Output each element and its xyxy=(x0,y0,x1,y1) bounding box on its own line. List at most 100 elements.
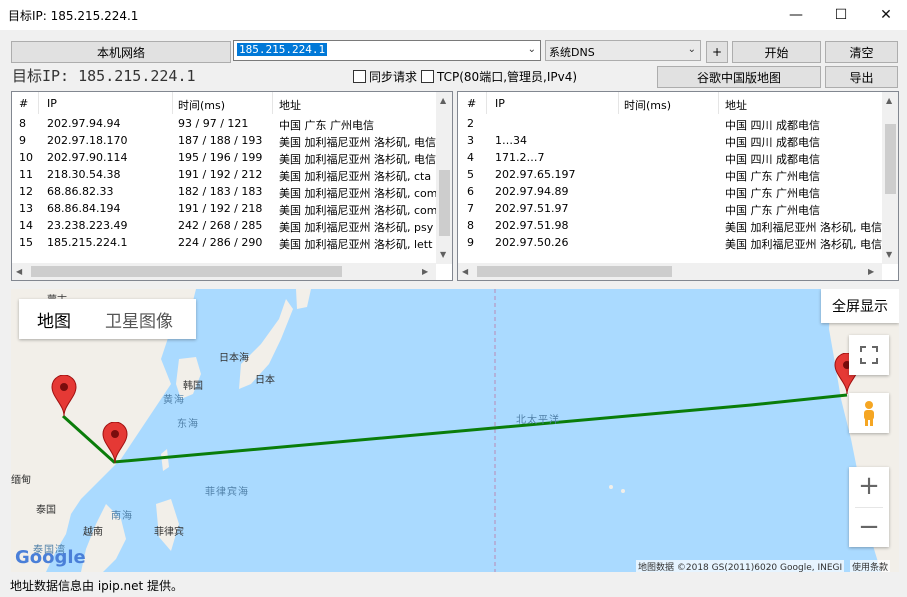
cell-ip: 202.97.94.94 xyxy=(47,117,121,130)
cell-ip: 1…34 xyxy=(495,134,527,147)
table-row[interactable]: 9 202.97.18.170 187 / 188 / 193 美国 加利福尼亚州 洛… xyxy=(12,132,436,149)
cell-address: 中国 广东 广州电信 xyxy=(279,119,374,132)
cell-time: 195 / 196 / 199 xyxy=(178,151,263,164)
checkbox-box[interactable] xyxy=(421,70,434,83)
cell-num: 3 xyxy=(467,134,474,147)
scroll-left-icon[interactable]: ◀ xyxy=(462,267,468,276)
ip-input[interactable]: 185.215.224.1 ⌄ xyxy=(233,40,541,61)
table-row[interactable]: 3 1…34 中国 四川 成都电信 xyxy=(458,132,882,149)
table-row[interactable]: 8 202.97.51.98 美国 加利福尼亚州 洛杉矶, 电信 xyxy=(458,217,882,234)
checkbox-box[interactable] xyxy=(353,70,366,83)
cell-address: 美国 加利福尼亚州 洛杉矶, lett xyxy=(279,238,433,251)
google-logo: Google xyxy=(15,547,86,568)
scroll-up-icon[interactable]: ▲ xyxy=(440,96,446,105)
cell-address: 美国 加利福尼亚州 洛杉矶, 电信 xyxy=(279,136,436,149)
table-row[interactable]: 4 171.2…7 中国 四川 成都电信 xyxy=(458,149,882,166)
scroll-thumb[interactable] xyxy=(31,266,342,277)
map-label-east-sea: 东海 xyxy=(177,419,199,430)
zoom-in-button[interactable]: + xyxy=(858,467,880,507)
map-label-vietnam: 越南 xyxy=(83,527,103,538)
cell-ip: 171.2…7 xyxy=(495,151,545,164)
scroll-down-icon[interactable]: ▼ xyxy=(886,250,892,259)
hop-list-left[interactable]: # IP 时间(ms) 地址 8 202.97.94.94 93 / 97 / 12… xyxy=(11,91,453,281)
cell-address: 美国 加利福尼亚州 洛杉矶, cta xyxy=(279,170,432,183)
map-label-philippines: 菲律宾 xyxy=(154,527,184,538)
scroll-thumb[interactable] xyxy=(477,266,672,277)
dns-select[interactable]: 系统DNS ⌄ xyxy=(545,40,701,61)
tcp-checkbox[interactable]: TCP(80端口,管理员,IPv4) xyxy=(421,68,577,85)
map-view[interactable]: 蒙古 日本海 日本 韩国 黄海 东海 北太平洋 菲律宾海 南海 缅甸 泰国 越南… xyxy=(11,289,899,572)
table-row[interactable]: 13 68.86.84.194 191 / 192 / 218 美国 加利福尼亚州 洛… xyxy=(12,200,436,217)
cell-num: 12 xyxy=(19,185,33,198)
table-row[interactable]: 14 23.238.223.49 242 / 268 / 285 美国 加利福尼亚州 … xyxy=(12,217,436,234)
scroll-up-icon[interactable]: ▲ xyxy=(886,96,892,105)
cell-ip: 218.30.54.38 xyxy=(47,168,121,181)
terms-link[interactable]: 使用条款 xyxy=(850,560,891,572)
map-pin-icon[interactable] xyxy=(102,422,128,464)
table-row[interactable]: 9 202.97.50.26 美国 加利福尼亚州 洛杉矶, 电信 xyxy=(458,234,882,251)
window-title: 目标IP: 185.215.224.1 xyxy=(8,9,139,23)
scroll-right-icon[interactable]: ▶ xyxy=(422,267,428,276)
hop-list-right[interactable]: # IP 时间(ms) 地址 2 中国 四川 成都电信 3 1…34 中国 四川 成都电… xyxy=(457,91,899,281)
cell-ip: 202.97.50.26 xyxy=(495,236,569,249)
add-button[interactable]: + xyxy=(706,41,728,63)
col-header-address[interactable]: 地址 xyxy=(279,97,301,113)
table-row[interactable]: 5 202.97.65.197 中国 广东 广州电信 xyxy=(458,166,882,183)
maximize-button[interactable]: ☐ xyxy=(818,0,864,30)
table-row[interactable]: 11 218.30.54.38 191 / 192 / 212 美国 加利福尼亚州 洛… xyxy=(12,166,436,183)
col-header-time[interactable]: 时间(ms) xyxy=(624,97,671,113)
pegman-icon[interactable] xyxy=(849,393,889,433)
horizontal-scrollbar[interactable]: ◀ ▶ xyxy=(458,263,882,280)
table-row[interactable]: 7 202.97.51.97 中国 广东 广州电信 xyxy=(458,200,882,217)
start-button[interactable]: 开始 xyxy=(732,41,821,63)
clear-button[interactable]: 清空 xyxy=(825,41,898,63)
scroll-right-icon[interactable]: ▶ xyxy=(868,267,874,276)
scroll-left-icon[interactable]: ◀ xyxy=(16,267,22,276)
fullscreen-icon[interactable] xyxy=(849,335,889,375)
cell-time: 182 / 183 / 183 xyxy=(178,185,263,198)
fullscreen-display-button[interactable]: 全屏显示 xyxy=(821,289,899,323)
cell-address: 中国 四川 成都电信 xyxy=(725,119,820,132)
vertical-scrollbar[interactable]: ▲ ▼ xyxy=(436,92,452,264)
chevron-down-icon[interactable]: ⌄ xyxy=(528,44,536,55)
horizontal-scrollbar[interactable]: ◀ ▶ xyxy=(12,263,436,280)
cell-time: 242 / 268 / 285 xyxy=(178,219,263,232)
tab-map[interactable]: 地图 xyxy=(37,307,71,332)
minimize-button[interactable]: — xyxy=(773,0,819,30)
cell-num: 2 xyxy=(467,117,474,130)
zoom-out-button[interactable]: − xyxy=(855,506,883,548)
sync-request-checkbox[interactable]: 同步请求 xyxy=(353,68,417,85)
cell-address: 美国 加利福尼亚州 洛杉矶, 电信 xyxy=(725,238,882,251)
table-row[interactable]: 6 202.97.94.89 中国 广东 广州电信 xyxy=(458,183,882,200)
local-network-button[interactable]: 本机网络 xyxy=(11,41,231,63)
table-row[interactable]: 2 中国 四川 成都电信 xyxy=(458,115,882,132)
export-button[interactable]: 导出 xyxy=(825,66,898,88)
col-header-num[interactable]: # xyxy=(19,97,28,110)
col-header-address[interactable]: 地址 xyxy=(725,97,747,113)
map-pin-icon[interactable] xyxy=(51,375,77,417)
scroll-thumb[interactable] xyxy=(885,124,896,194)
title-bar: 目标IP: 185.215.224.1 — ☐ ✕ xyxy=(0,0,907,30)
table-row[interactable]: 10 202.97.90.114 195 / 196 / 199 美国 加利福尼亚州 … xyxy=(12,149,436,166)
zoom-control: + − xyxy=(849,467,889,547)
col-header-ip[interactable]: IP xyxy=(47,97,57,110)
cell-num: 15 xyxy=(19,236,33,249)
cell-ip: 202.97.94.89 xyxy=(495,185,569,198)
tab-satellite[interactable]: 卫星图像 xyxy=(105,307,173,332)
table-row[interactable]: 8 202.97.94.94 93 / 97 / 121 中国 广东 广州电信 xyxy=(12,115,436,132)
cell-ip: 202.97.90.114 xyxy=(47,151,128,164)
scroll-down-icon[interactable]: ▼ xyxy=(440,250,446,259)
close-button[interactable]: ✕ xyxy=(863,0,907,30)
cell-time: 187 / 188 / 193 xyxy=(178,134,263,147)
cell-num: 4 xyxy=(467,151,474,164)
col-header-ip[interactable]: IP xyxy=(495,97,505,110)
cell-ip: 202.97.51.98 xyxy=(495,219,569,232)
col-header-time[interactable]: 时间(ms) xyxy=(178,97,225,113)
target-ip-label: 目标IP: 185.215.224.1 xyxy=(12,67,196,85)
table-row[interactable]: 12 68.86.82.33 182 / 183 / 183 美国 加利福尼亚州 洛杉… xyxy=(12,183,436,200)
google-china-map-button[interactable]: 谷歌中国版地图 xyxy=(657,66,821,88)
vertical-scrollbar[interactable]: ▲ ▼ xyxy=(882,92,898,264)
scroll-thumb[interactable] xyxy=(439,170,450,236)
col-header-num[interactable]: # xyxy=(467,97,476,110)
table-row[interactable]: 15 185.215.224.1 224 / 286 / 290 美国 加利福尼亚州 … xyxy=(12,234,436,251)
